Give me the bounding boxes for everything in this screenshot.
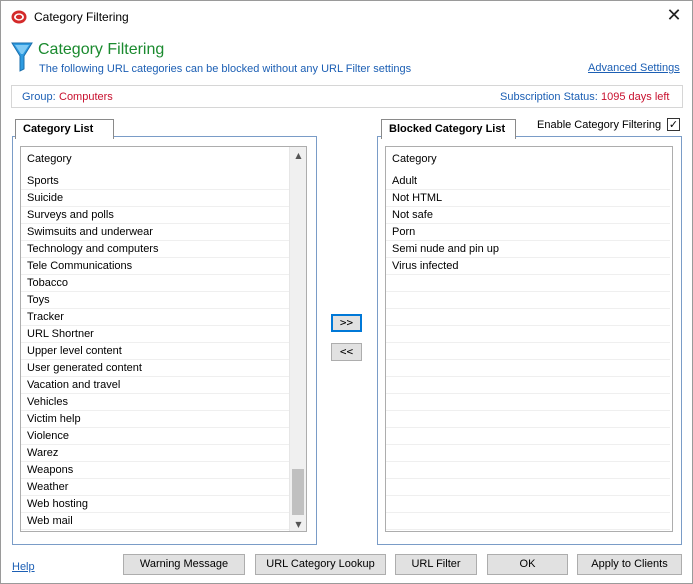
empty-row xyxy=(386,479,670,496)
empty-row xyxy=(386,513,670,530)
empty-row xyxy=(386,309,670,326)
list-item[interactable]: Tobacco xyxy=(21,275,289,292)
subscription-label: Subscription Status: xyxy=(500,91,598,103)
empty-row xyxy=(386,394,670,411)
category-column-header: Category xyxy=(27,153,72,165)
help-link[interactable]: Help xyxy=(12,561,35,573)
group-status-bar: Group: Computers Subscription Status: 10… xyxy=(11,85,683,108)
list-item[interactable]: Vehicles xyxy=(21,394,289,411)
tab-blocked-category-list[interactable]: Blocked Category List xyxy=(381,119,516,139)
list-item[interactable]: Not safe xyxy=(386,207,670,224)
filter-funnel-icon xyxy=(11,42,33,72)
apply-to-clients-button[interactable]: Apply to Clients xyxy=(577,554,682,575)
list-item[interactable]: Web hosting xyxy=(21,496,289,513)
list-item[interactable]: Tracker xyxy=(21,309,289,326)
app-logo-icon xyxy=(11,10,27,24)
page-title: Category Filtering xyxy=(38,41,165,58)
add-to-blocked-button[interactable]: >> xyxy=(331,314,362,332)
empty-row xyxy=(386,360,670,377)
empty-row xyxy=(386,428,670,445)
empty-row xyxy=(386,462,670,479)
list-item[interactable]: Swimsuits and underwear xyxy=(21,224,289,241)
list-item[interactable]: Warez xyxy=(21,445,289,462)
window-title: Category Filtering xyxy=(34,10,129,24)
list-item[interactable]: Weapons xyxy=(21,462,289,479)
empty-row xyxy=(386,445,670,462)
ok-button[interactable]: OK xyxy=(487,554,568,575)
list-item[interactable]: Sports xyxy=(21,173,289,190)
url-filter-button[interactable]: URL Filter xyxy=(395,554,477,575)
group-value: Computers xyxy=(59,91,113,103)
scroll-down-icon[interactable]: ▼ xyxy=(290,516,306,531)
subscription-value: 1095 days left xyxy=(601,91,670,103)
enable-filtering-label: Enable Category Filtering xyxy=(537,119,662,131)
list-item[interactable]: Not HTML xyxy=(386,190,670,207)
list-item[interactable]: Porn xyxy=(386,224,670,241)
scroll-thumb[interactable] xyxy=(292,469,304,515)
title-bar: Category Filtering ✕ xyxy=(1,1,692,33)
list-item[interactable]: Tele Communications xyxy=(21,258,289,275)
empty-row xyxy=(386,496,670,513)
empty-row xyxy=(386,292,670,309)
category-filtering-window: Category Filtering ✕ Category Filtering … xyxy=(0,0,693,584)
empty-row xyxy=(386,275,670,292)
list-item[interactable]: URL Shortner xyxy=(21,326,289,343)
group-label: Group: xyxy=(22,91,56,103)
empty-row xyxy=(386,326,670,343)
list-item[interactable]: Upper level content xyxy=(21,343,289,360)
empty-row xyxy=(386,343,670,360)
list-item[interactable]: Vacation and travel xyxy=(21,377,289,394)
remove-from-blocked-button[interactable]: << xyxy=(331,343,362,361)
category-listbox[interactable]: Category Sports Suicide Surveys and polls S… xyxy=(20,146,307,532)
category-scrollbar[interactable]: ▲ ▼ xyxy=(289,147,306,531)
blocked-column-header: Category xyxy=(392,153,437,165)
tab-category-list[interactable]: Category List xyxy=(15,119,114,139)
list-item[interactable]: Web mail xyxy=(21,513,289,530)
list-item[interactable]: Victim help xyxy=(21,411,289,428)
list-item[interactable]: Semi nude and pin up xyxy=(386,241,670,258)
list-item[interactable]: User generated content xyxy=(21,360,289,377)
url-category-lookup-button[interactable]: URL Category Lookup xyxy=(255,554,386,575)
advanced-settings-link[interactable]: Advanced Settings xyxy=(588,62,680,74)
empty-row xyxy=(386,411,670,428)
enable-filtering-checkbox[interactable]: ✓ xyxy=(667,118,680,131)
page-description: The following URL categories can be bloc… xyxy=(39,63,412,75)
list-item[interactable]: Violence xyxy=(21,428,289,445)
list-item[interactable]: Weather xyxy=(21,479,289,496)
list-item[interactable]: Adult xyxy=(386,173,670,190)
list-item[interactable]: Virus infected xyxy=(386,258,670,275)
list-item[interactable]: Toys xyxy=(21,292,289,309)
list-item[interactable]: Suicide xyxy=(21,190,289,207)
list-item[interactable]: Technology and computers xyxy=(21,241,289,258)
empty-row xyxy=(386,377,670,394)
close-icon[interactable]: ✕ xyxy=(661,5,687,29)
scroll-up-icon[interactable]: ▲ xyxy=(290,147,306,164)
warning-message-button[interactable]: Warning Message xyxy=(123,554,245,575)
list-item[interactable]: Surveys and polls xyxy=(21,207,289,224)
blocked-listbox[interactable]: Category Adult Not HTML Not safe Porn Semi n… xyxy=(385,146,673,532)
